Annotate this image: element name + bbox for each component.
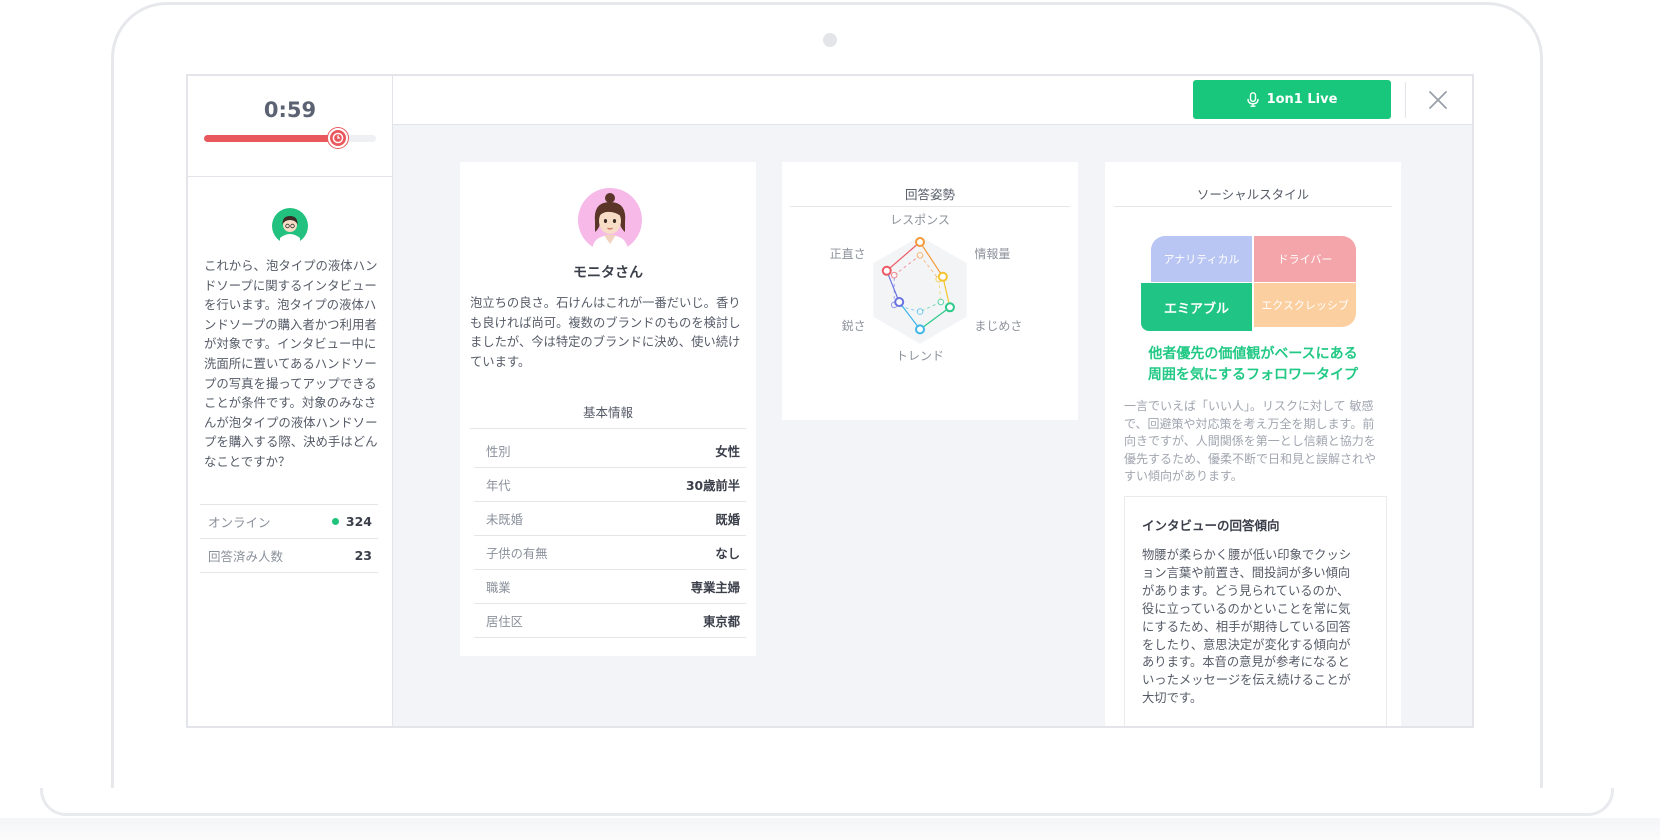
stats-list: オンライン 324 回答済み人数 23 (200, 504, 378, 573)
type-headline-line: 周囲を気にするフォロワータイプ (1147, 367, 1359, 383)
timer-display: 0:59 (263, 98, 317, 122)
radar-series-point (915, 237, 925, 247)
radar-axis-label: まじめさ (974, 319, 1022, 333)
quadrant-analytical: アナリティカル (1151, 236, 1252, 282)
radar-chart: レスポンス情報量まじめさトレンド 鋭さ 正直さ (830, 213, 1023, 363)
info-label: 職業 (486, 580, 511, 595)
info-label: 子供の有無 (486, 546, 548, 561)
online-stat: オンライン 324 (200, 504, 378, 539)
timer-slider[interactable] (204, 128, 376, 148)
radar-axis-label: 情報量 (974, 247, 1010, 261)
stat-label: 回答済み人数 (208, 549, 284, 564)
info-value: 女性 (715, 444, 740, 459)
radar-series-point (944, 302, 955, 313)
floor-shadow (0, 818, 1660, 840)
info-row: 居住区 東京都 (474, 604, 746, 638)
clock-icon (332, 132, 344, 144)
stat-value: 23 (354, 548, 372, 563)
answered-stat: 回答済み人数 23 (200, 539, 378, 573)
radar-average-point (916, 308, 924, 315)
social-style-title: ソーシャルスタイル (1114, 184, 1392, 207)
answer-stance-card: 回答姿勢 レスポンス 情報量 まじめさ トレンド 鋭さ 正直さ (782, 162, 1078, 420)
type-headline: 他者優先の価値観がベースにある 周囲を気にするフォロワータイプ (1105, 344, 1401, 386)
quadrant-driver: ドライバー (1254, 236, 1356, 282)
answer-tendency-box: インタビューの回答傾向 物腰が柔らかく腰が低い印象でクッション言葉や前置き、間投… (1124, 496, 1387, 726)
info-value: なし (715, 546, 740, 561)
quadrant-amiable: エミアブル (1141, 283, 1252, 331)
info-row: 子供の有無 なし (474, 536, 746, 570)
quadrant-expressive: エクスクレッシブ (1254, 283, 1356, 327)
timer-panel: 0:59 (188, 76, 392, 177)
radar-axis-label: 鋭さ (842, 319, 866, 333)
basic-info-title: 基本情報 (470, 402, 746, 429)
stat-value: 324 (345, 514, 372, 529)
respondent-name: モニタさん (573, 265, 643, 281)
camera-icon (823, 33, 837, 47)
laptop-base (40, 788, 1614, 816)
answer-tendency-title: インタビューの回答傾向 (1142, 518, 1280, 533)
close-icon[interactable] (1425, 87, 1451, 113)
app-screen: 0:59 これから、泡タイプの液体ハンドソープに関するインタビューを行います。泡… (186, 74, 1474, 728)
timer-progress (204, 135, 339, 142)
info-value: 既婚 (715, 512, 740, 527)
live-button-label: 1on1 Live (1266, 92, 1338, 107)
divider (1405, 82, 1406, 118)
info-value: 専業主婦 (690, 580, 740, 595)
info-row: 性別 女性 (474, 434, 746, 468)
radar-axis-label: レスポンス (890, 213, 950, 227)
info-row: 未既婚 既婚 (474, 502, 746, 536)
timer-handle[interactable] (328, 128, 349, 148)
interview-question: これから、泡タイプの液体ハンドソープに関するインタビューを行います。泡タイプの液… (204, 258, 378, 469)
info-label: 性別 (486, 444, 511, 459)
radar-series-point (881, 265, 892, 276)
basic-info-table: 性別 女性 年代 30歳前半 未既婚 既婚 子供の有無 なし 職業 専業主婦 居住区 東京都 (474, 434, 746, 638)
info-label: 年代 (486, 478, 511, 493)
live-button[interactable]: 1on1 Live (1193, 80, 1391, 119)
type-description: 一言でいえば「いい人」。リスクに対して 敏感で、回避策や対応策を考え万全を期しま… (1124, 399, 1377, 483)
info-row: 年代 30歳前半 (474, 468, 746, 502)
type-headline-line: 他者優先の価値観がベースにある (1148, 346, 1358, 362)
radar-series-point (937, 271, 948, 282)
answer-tendency-text: 物腰が柔らかく腰が低い印象でクッション言葉や前置き、間投詞が多い傾向があります。… (1142, 548, 1352, 706)
profile-card: モニタさん 泡立ちの良さ。石けんはこれが一番だいじ。香りも良ければ尚可。複数のブ… (460, 162, 756, 656)
radar-series-point (894, 297, 905, 307)
radar-average-point (890, 271, 898, 279)
radar-series-point (915, 324, 925, 335)
radar-axis-label: 正直さ (830, 247, 866, 261)
top-bar: 1on1 Live (393, 76, 1472, 125)
online-dot-icon (331, 518, 339, 525)
radar-average-point (937, 298, 945, 306)
radar-axis-label: トレンド (896, 349, 944, 363)
info-value: 30歳前半 (685, 478, 740, 493)
respondent-answer: 泡立ちの良さ。石けんはこれが一番だいじ。香りも良ければ尚可。複数のブランドのもの… (470, 296, 741, 369)
social-style-card: ソーシャルスタイル アナリティカル ドライバー エミアブル エクスクレッシブ 他… (1105, 162, 1401, 726)
respondent-avatar (578, 188, 642, 252)
stat-value-wrap: 324 (331, 514, 372, 529)
microphone-icon (1246, 92, 1259, 107)
stat-label: オンライン (208, 515, 271, 530)
info-value: 東京都 (703, 614, 740, 629)
radar-average-point (916, 252, 924, 259)
info-label: 未既婚 (486, 512, 523, 527)
sidebar: 0:59 これから、泡タイプの液体ハンドソープに関するインタビューを行います。泡… (188, 76, 393, 726)
info-row: 職業 専業主婦 (474, 570, 746, 604)
host-avatar (272, 208, 308, 244)
info-label: 居住区 (486, 614, 523, 629)
